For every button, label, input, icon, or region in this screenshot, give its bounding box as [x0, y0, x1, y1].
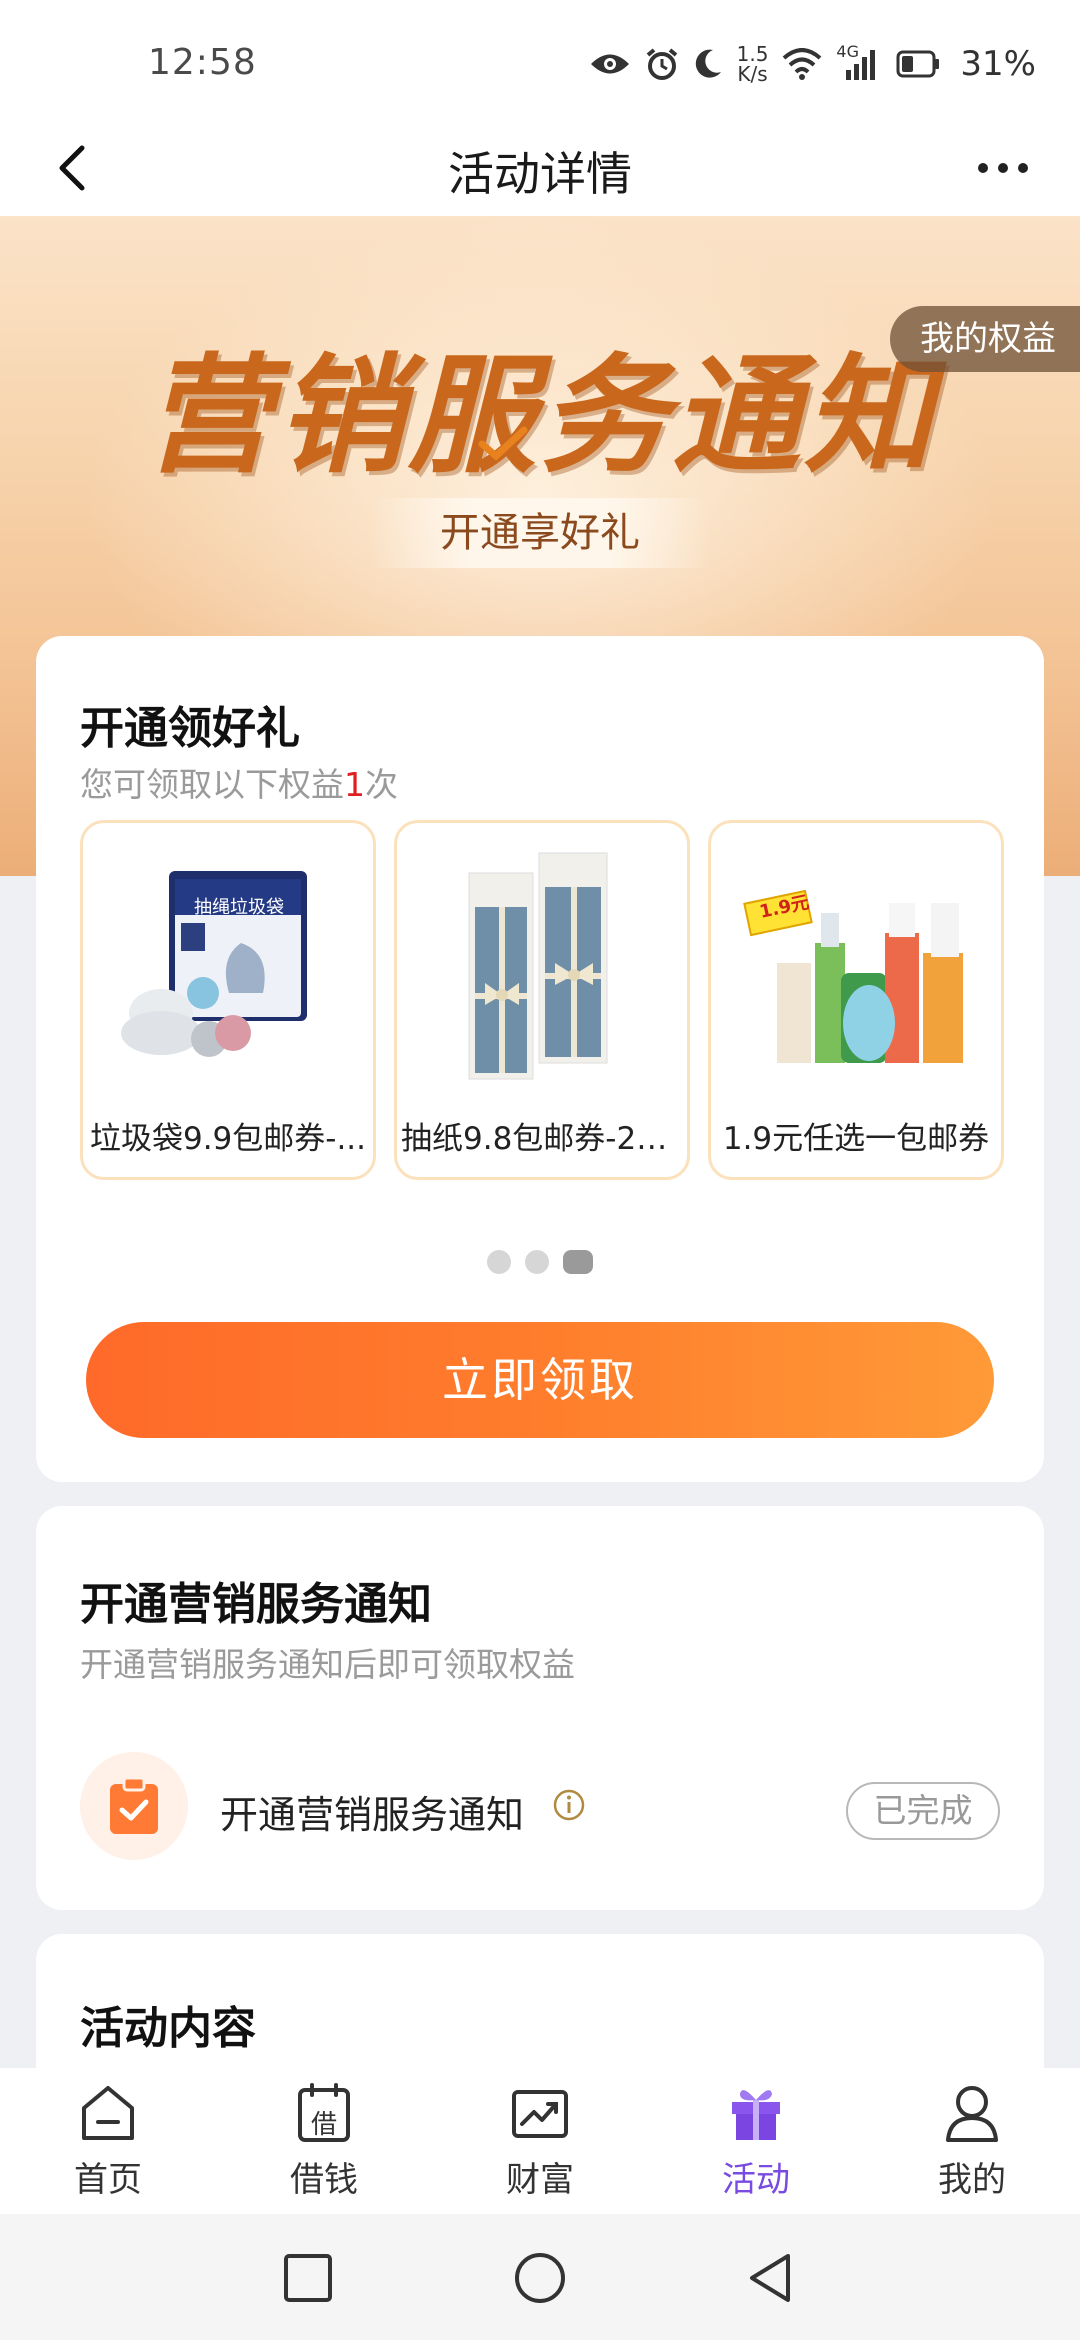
tab-wealth[interactable]: 财富 [432, 2068, 648, 2214]
claim-now-button[interactable]: 立即领取 [86, 1322, 994, 1438]
status-time: 12:58 [148, 42, 257, 83]
claim-count: 1 [344, 765, 365, 804]
profile-icon [946, 2086, 998, 2142]
gift-icon [732, 2090, 780, 2140]
system-nav-bar [0, 2214, 1080, 2340]
cleaning-products-image [743, 889, 963, 1063]
wifi-icon [783, 48, 822, 80]
nav-bar: 活动详情 [0, 120, 1080, 216]
prize-card-trash-bags[interactable]: 抽绳垃圾袋 垃圾袋9.9包邮券-... [80, 820, 376, 1180]
carousel-dot[interactable] [525, 1250, 549, 1274]
page-title: 活动详情 [448, 147, 632, 201]
banner-subtitle: 开通享好礼 [370, 498, 710, 568]
battery-icon [896, 50, 940, 78]
task-card: 开通营销服务通知 开通营销服务通知后即可领取权益 开通营销服务通知 已完成 [36, 1506, 1044, 1910]
tissues-image [468, 852, 608, 1080]
home-icon [82, 2086, 134, 2140]
wealth-icon [512, 2090, 568, 2138]
prize-label: 抽纸9.8包邮券-2026 [401, 1121, 687, 1157]
carousel-dot-active[interactable] [563, 1250, 593, 1274]
status-icons: 1.5 K/s 4G 31% [589, 38, 1036, 90]
gift-card-subtitle: 您可领取以下权益1次 [80, 765, 398, 804]
home-circle-icon[interactable] [512, 2250, 568, 2306]
trash-bags-image [121, 871, 307, 1057]
back-triangle-icon[interactable] [742, 2250, 798, 2306]
my-rights-button[interactable]: 我的权益 [890, 306, 1080, 372]
gift-card-title: 开通领好礼 [80, 703, 300, 754]
task-icon-wrap [80, 1752, 188, 1860]
completed-status-badge: 已完成 [846, 1782, 1000, 1840]
task-card-title: 开通营销服务通知 [80, 1579, 432, 1630]
trash-bags-package-text: 抽绳垃圾袋 [194, 897, 284, 918]
gift-card: 开通领好礼 您可领取以下权益1次 抽绳垃圾袋 垃圾袋9.9包邮券-... 抽纸9… [36, 636, 1044, 1482]
tab-home[interactable]: 首页 [0, 2068, 216, 2214]
prize-carousel[interactable]: 抽绳垃圾袋 垃圾袋9.9包邮券-... 抽纸9.8包邮券-2026 1.9元 1… [80, 820, 1010, 1180]
info-icon[interactable] [552, 1788, 586, 1822]
cell-signal-icon: 4G [836, 42, 882, 82]
prize-card-cleaning[interactable]: 1.9元 1.9元任选一包邮券 [708, 820, 1004, 1180]
tab-activity[interactable]: 活动 [648, 2068, 864, 2214]
carousel-dots [36, 1250, 1044, 1274]
prize-label: 1.9元任选一包邮券 [722, 1121, 990, 1157]
recents-square-icon[interactable] [280, 2250, 336, 2306]
check-mark-icon [478, 426, 528, 461]
loan-icon-char: 借 [310, 2110, 337, 2140]
tab-loan[interactable]: 借 借钱 [216, 2068, 432, 2214]
clipboard-check-icon [110, 1776, 158, 1834]
alarm-icon [646, 48, 677, 80]
status-bar: 12:58 1.5 K/s 4G 31% [0, 0, 1080, 130]
content-card-title: 活动内容 [80, 2003, 256, 2054]
more-icon[interactable] [976, 156, 1030, 180]
tab-profile[interactable]: 我的 [864, 2068, 1080, 2214]
moon-icon [695, 49, 721, 78]
eye-icon [590, 54, 629, 74]
network-speed: 1.5 K/s [736, 42, 769, 86]
task-label: 开通营销服务通知 [220, 1793, 525, 1837]
bottom-tab-bar: 首页 借 借钱 财富 活动 我的 [0, 2068, 1080, 2214]
task-card-subtitle: 开通营销服务通知后即可领取权益 [80, 1645, 575, 1684]
prize-card-tissues[interactable]: 抽纸9.8包邮券-2026 [394, 820, 690, 1180]
prize-label: 垃圾袋9.9包邮券-... [89, 1121, 367, 1157]
carousel-dot[interactable] [487, 1250, 511, 1274]
battery-percent: 31% [960, 44, 1036, 84]
